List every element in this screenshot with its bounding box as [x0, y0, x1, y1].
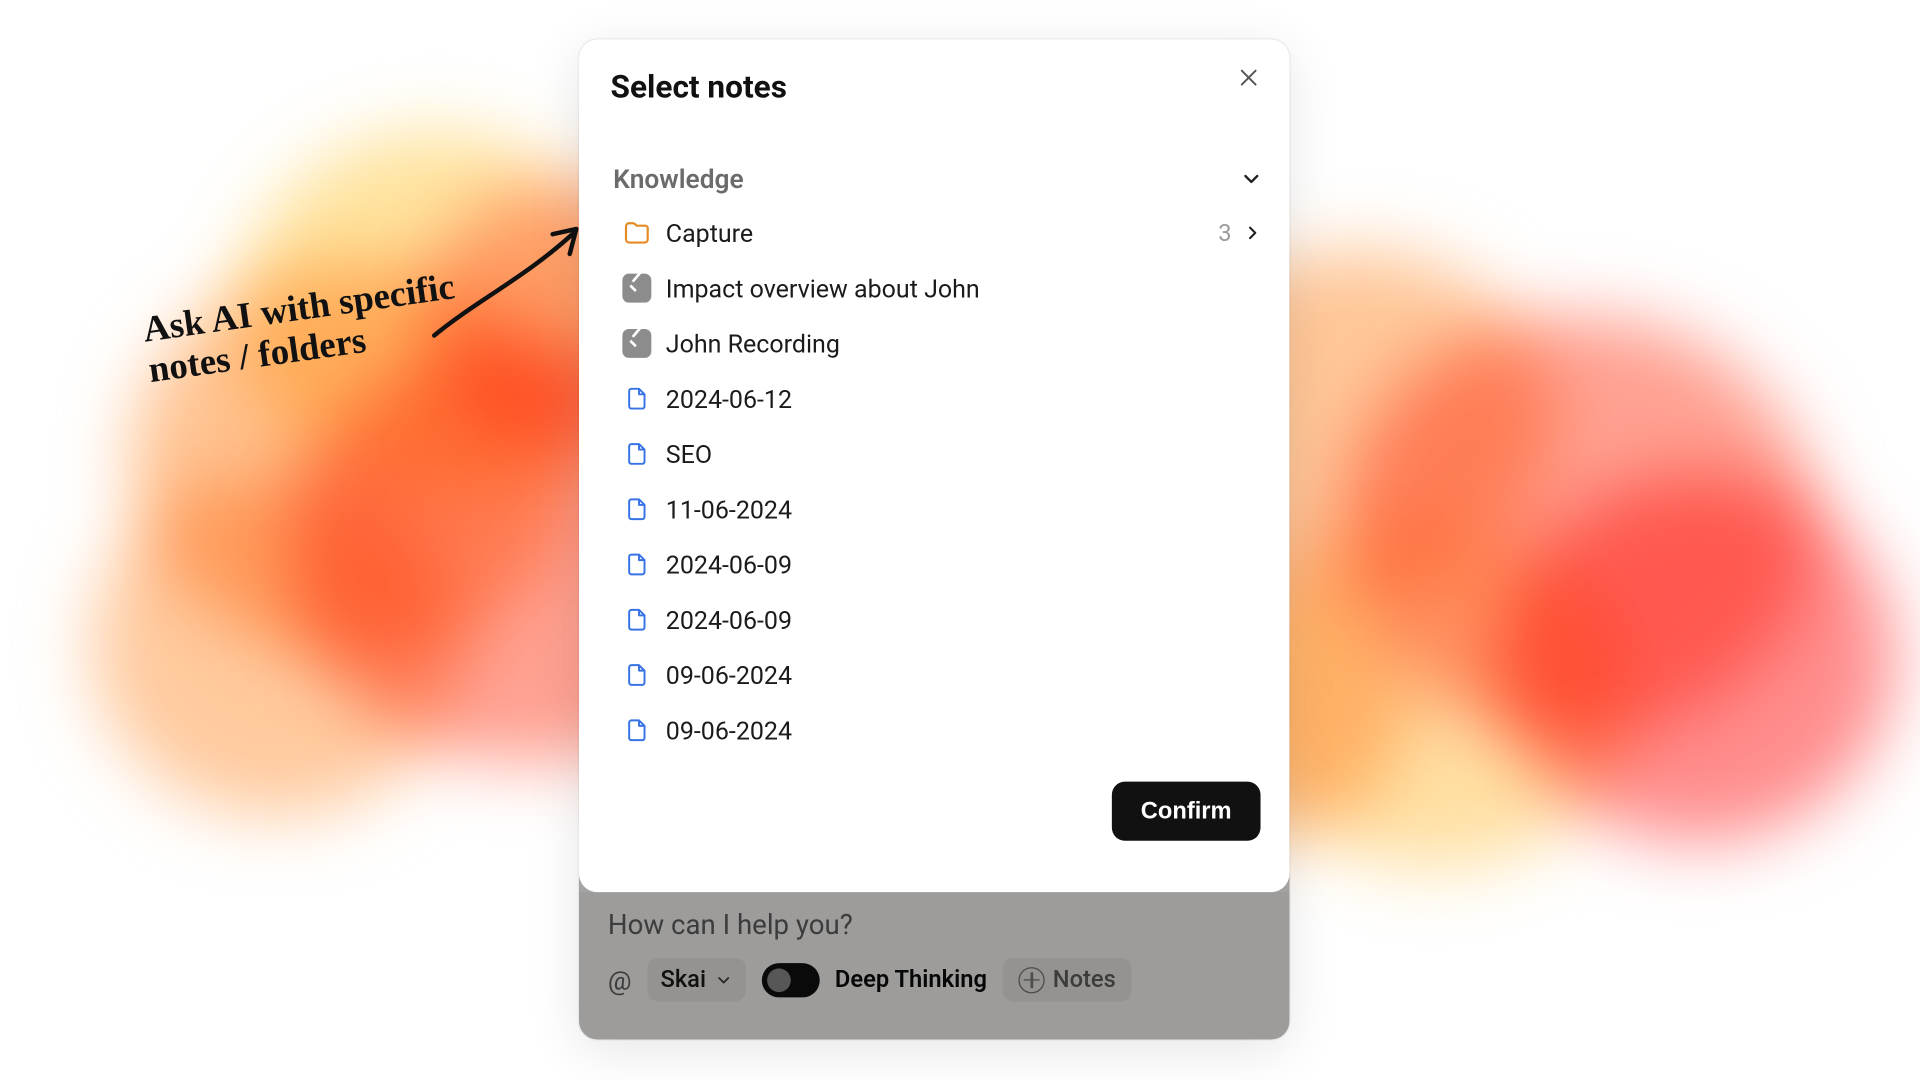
chevron-down-icon: [1239, 167, 1263, 191]
annotation-text: Ask AI with specific notes / folders: [141, 268, 463, 392]
confirm-button[interactable]: Confirm: [1112, 782, 1261, 841]
select-notes-modal: Select notes Knowledge Capture 3: [579, 39, 1290, 892]
folder-capture[interactable]: Capture 3: [611, 205, 1266, 260]
file-icon: [621, 604, 653, 636]
close-button[interactable]: [1226, 55, 1271, 100]
note-label: 2024-06-09: [666, 605, 1263, 635]
checkbox-checked-icon: [621, 328, 653, 360]
file-icon: [621, 714, 653, 746]
note-label: 2024-06-09: [666, 549, 1263, 579]
note-label: 09-06-2024: [666, 660, 1263, 690]
note-item[interactable]: SEO: [611, 426, 1266, 481]
modal-title: Select notes: [611, 68, 1266, 105]
panel: How can I help you? @ Skai Deep Thinking…: [579, 39, 1290, 1039]
note-item[interactable]: 11-06-2024: [611, 482, 1266, 537]
file-icon: [621, 383, 653, 415]
note-label: 09-06-2024: [666, 715, 1263, 745]
folder-label: Capture: [666, 218, 1218, 248]
file-icon: [621, 549, 653, 581]
note-item[interactable]: Impact overview about John: [611, 261, 1266, 316]
section-knowledge[interactable]: Knowledge: [611, 158, 1266, 205]
note-label: John Recording: [666, 328, 1263, 358]
note-item[interactable]: 2024-06-12: [611, 371, 1266, 426]
file-icon: [621, 438, 653, 470]
note-item[interactable]: 09-06-2024: [611, 647, 1266, 702]
folder-count: 3: [1218, 219, 1231, 247]
folder-icon: [621, 217, 653, 249]
chevron-right-icon: [1242, 222, 1263, 243]
section-label: Knowledge: [613, 163, 744, 195]
close-icon: [1237, 66, 1261, 90]
note-item[interactable]: John Recording: [611, 316, 1266, 371]
note-item[interactable]: 2024-06-09: [611, 592, 1266, 647]
note-label: 2024-06-12: [666, 384, 1263, 414]
note-label: SEO: [666, 439, 1263, 469]
handwriting-annotation: Ask AI with specific notes / folders: [145, 289, 619, 370]
arrow-icon: [421, 211, 592, 356]
note-item[interactable]: 2024-06-09: [611, 537, 1266, 592]
note-item[interactable]: 09-06-2024: [611, 703, 1266, 758]
file-icon: [621, 493, 653, 525]
note-label: Impact overview about John: [666, 273, 1263, 303]
note-label: 11-06-2024: [666, 494, 1263, 524]
file-icon: [621, 659, 653, 691]
checkbox-checked-icon: [621, 272, 653, 304]
